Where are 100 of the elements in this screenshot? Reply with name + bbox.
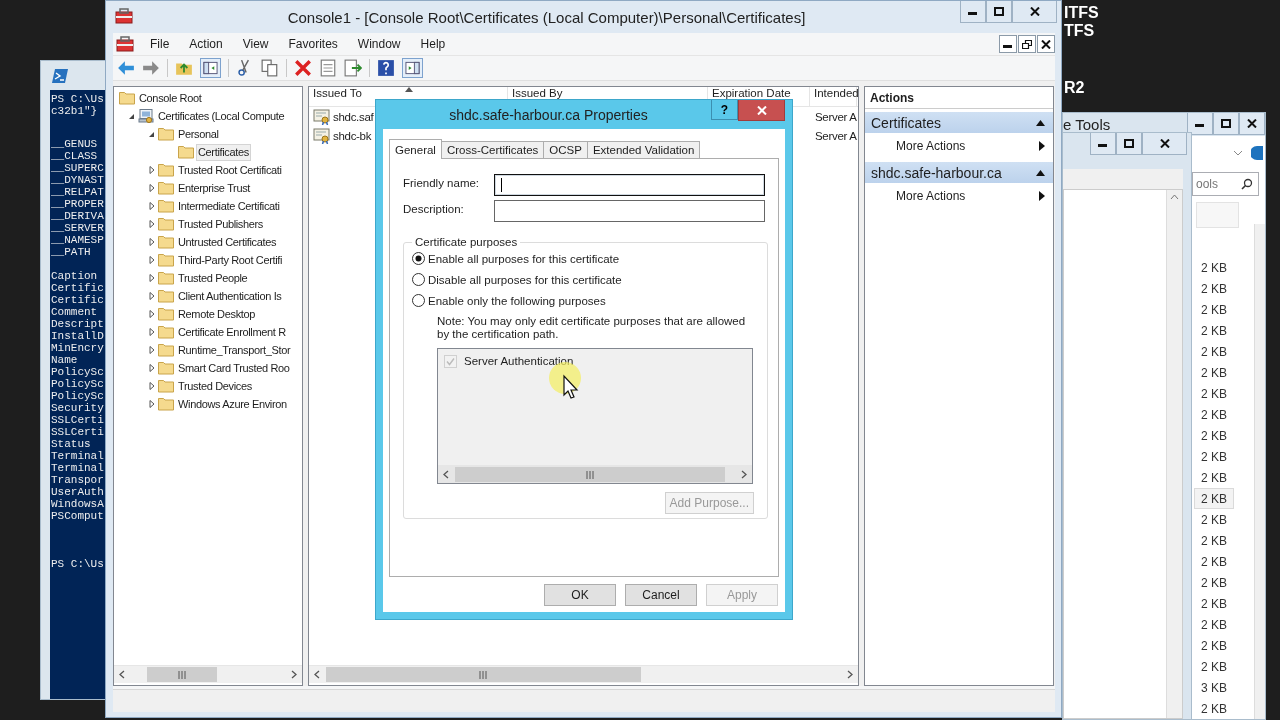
- tree-item[interactable]: Windows Azure Environ: [176, 395, 289, 413]
- close-button[interactable]: [1037, 35, 1055, 53]
- dialog-button[interactable]: OK: [544, 584, 616, 606]
- radio-button[interactable]: [412, 273, 425, 286]
- tree-item[interactable]: Certificate Enrollment R: [176, 323, 288, 341]
- tree-item[interactable]: Client Authentication Is: [176, 287, 284, 305]
- tree-item[interactable]: Trusted Root Certificati: [176, 161, 284, 179]
- tree-item[interactable]: Enterprise Trust: [176, 179, 253, 197]
- tab[interactable]: OCSP: [543, 141, 588, 158]
- back-arrow-icon[interactable]: [117, 59, 135, 77]
- tree-item[interactable]: Third-Party Root Certifi: [176, 251, 285, 269]
- file-size[interactable]: 2 KB: [1194, 488, 1234, 509]
- forward-arrow-icon[interactable]: [142, 59, 160, 77]
- radio-button[interactable]: [412, 252, 425, 265]
- radio-button[interactable]: [412, 294, 425, 307]
- file-size[interactable]: 2 KB: [1194, 656, 1234, 677]
- delete-icon[interactable]: [294, 59, 312, 77]
- close-button[interactable]: [1012, 1, 1057, 23]
- file-size[interactable]: 2 KB: [1194, 635, 1234, 656]
- horizontal-scrollbar[interactable]: [114, 665, 302, 683]
- tree-item[interactable]: Smart Card Trusted Roo: [176, 359, 292, 377]
- action-item[interactable]: More Actions: [865, 183, 1053, 209]
- radio-label[interactable]: Disable all purposes for this certificate: [428, 273, 622, 286]
- tree-item[interactable]: Runtime_Transport_Stor: [176, 341, 293, 359]
- close-button[interactable]: [1239, 113, 1265, 135]
- help-button[interactable]: ?: [711, 100, 738, 120]
- tree-item[interactable]: Personal: [176, 125, 221, 143]
- text-field[interactable]: [494, 200, 765, 222]
- section-header[interactable]: shdc.safe-harbour.ca: [865, 162, 1053, 183]
- file-size[interactable]: 2 KB: [1194, 530, 1234, 551]
- action-pane-icon[interactable]: [402, 58, 423, 78]
- table-cell[interactable]: shdc-bk: [333, 129, 372, 142]
- tree-item[interactable]: Trusted Publishers: [176, 215, 265, 233]
- tree-item[interactable]: Remote Desktop: [176, 305, 258, 323]
- menu-item[interactable]: Action: [179, 37, 233, 51]
- tree-item[interactable]: Certificates: [196, 143, 251, 161]
- file-size[interactable]: 2 KB: [1194, 257, 1234, 278]
- table-cell[interactable]: Server A: [810, 110, 857, 123]
- vertical-scrollbar[interactable]: [1254, 224, 1265, 719]
- scroll-up-icon[interactable]: [1170, 194, 1179, 200]
- file-size[interactable]: 2 KB: [1194, 278, 1234, 299]
- action-item[interactable]: More Actions: [865, 133, 1053, 159]
- menu-item[interactable]: Window: [347, 37, 411, 51]
- section-header[interactable]: Certificates: [865, 112, 1053, 133]
- tree-item[interactable]: Trusted People: [176, 269, 250, 287]
- minimize-button[interactable]: [960, 1, 986, 23]
- horizontal-scrollbar[interactable]: [309, 665, 858, 683]
- file-size[interactable]: 2 KB: [1194, 467, 1234, 488]
- tree-item[interactable]: Console Root: [137, 89, 204, 107]
- close-button[interactable]: [1142, 133, 1187, 155]
- minimize-button[interactable]: [1187, 113, 1213, 135]
- menu-item[interactable]: File: [140, 37, 180, 51]
- table-cell[interactable]: Server A: [810, 129, 857, 142]
- radio-label[interactable]: Enable only the following purposes: [428, 294, 606, 307]
- search-field[interactable]: ools: [1192, 172, 1259, 196]
- close-button[interactable]: [738, 100, 785, 121]
- minimize-button[interactable]: [999, 35, 1017, 53]
- menu-item[interactable]: View: [232, 37, 279, 51]
- vertical-scrollbar[interactable]: [1166, 190, 1182, 718]
- file-size[interactable]: 2 KB: [1194, 614, 1234, 635]
- file-size[interactable]: 2 KB: [1194, 425, 1234, 446]
- file-size[interactable]: 2 KB: [1194, 320, 1234, 341]
- file-size[interactable]: 2 KB: [1194, 551, 1234, 572]
- menu-item[interactable]: Help: [410, 37, 456, 51]
- text-field[interactable]: [494, 174, 765, 196]
- file-size[interactable]: 2 KB: [1194, 593, 1234, 614]
- file-size[interactable]: 2 KB: [1194, 341, 1234, 362]
- file-size[interactable]: 2 KB: [1194, 362, 1234, 383]
- tree-item[interactable]: Untrusted Certificates: [176, 233, 279, 251]
- tree-item[interactable]: Trusted Devices: [176, 377, 254, 395]
- file-size[interactable]: 2 KB: [1194, 383, 1234, 404]
- file-size[interactable]: 2 KB: [1194, 299, 1234, 320]
- dialog-button[interactable]: Cancel: [625, 584, 697, 606]
- certificate-icon: [313, 108, 331, 125]
- maximize-button[interactable]: [986, 1, 1012, 23]
- maximize-button[interactable]: [1116, 133, 1142, 155]
- tree-item[interactable]: Intermediate Certificati: [176, 197, 282, 215]
- menu-item[interactable]: Favorites: [278, 37, 348, 51]
- tree-item[interactable]: Certificates (Local Compute: [156, 107, 287, 125]
- maximize-button[interactable]: [1213, 113, 1239, 135]
- horizontal-scrollbar[interactable]: [438, 465, 752, 483]
- properties-icon[interactable]: [319, 59, 337, 77]
- file-size[interactable]: 3 KB: [1194, 677, 1234, 698]
- export-list-icon[interactable]: [344, 59, 362, 77]
- minimize-button[interactable]: [1090, 133, 1116, 155]
- copy-icon[interactable]: [261, 59, 279, 77]
- tab[interactable]: Cross-Certificates: [440, 141, 545, 158]
- file-size[interactable]: 2 KB: [1194, 509, 1234, 530]
- radio-label[interactable]: Enable all purposes for this certificate: [428, 252, 620, 265]
- file-size[interactable]: 2 KB: [1194, 404, 1234, 425]
- table-cell[interactable]: shdc.saf: [333, 110, 374, 123]
- restore-button[interactable]: [1018, 35, 1036, 53]
- tab[interactable]: Extended Validation: [586, 141, 701, 158]
- file-size[interactable]: 2 KB: [1194, 698, 1234, 719]
- tab[interactable]: General: [389, 139, 442, 159]
- file-size[interactable]: 2 KB: [1194, 446, 1234, 467]
- file-size[interactable]: 2 KB: [1194, 572, 1234, 593]
- column-header[interactable]: Intended: [810, 87, 857, 106]
- console-tree-icon[interactable]: [200, 58, 221, 78]
- chevron-down-icon[interactable]: [1233, 149, 1243, 157]
